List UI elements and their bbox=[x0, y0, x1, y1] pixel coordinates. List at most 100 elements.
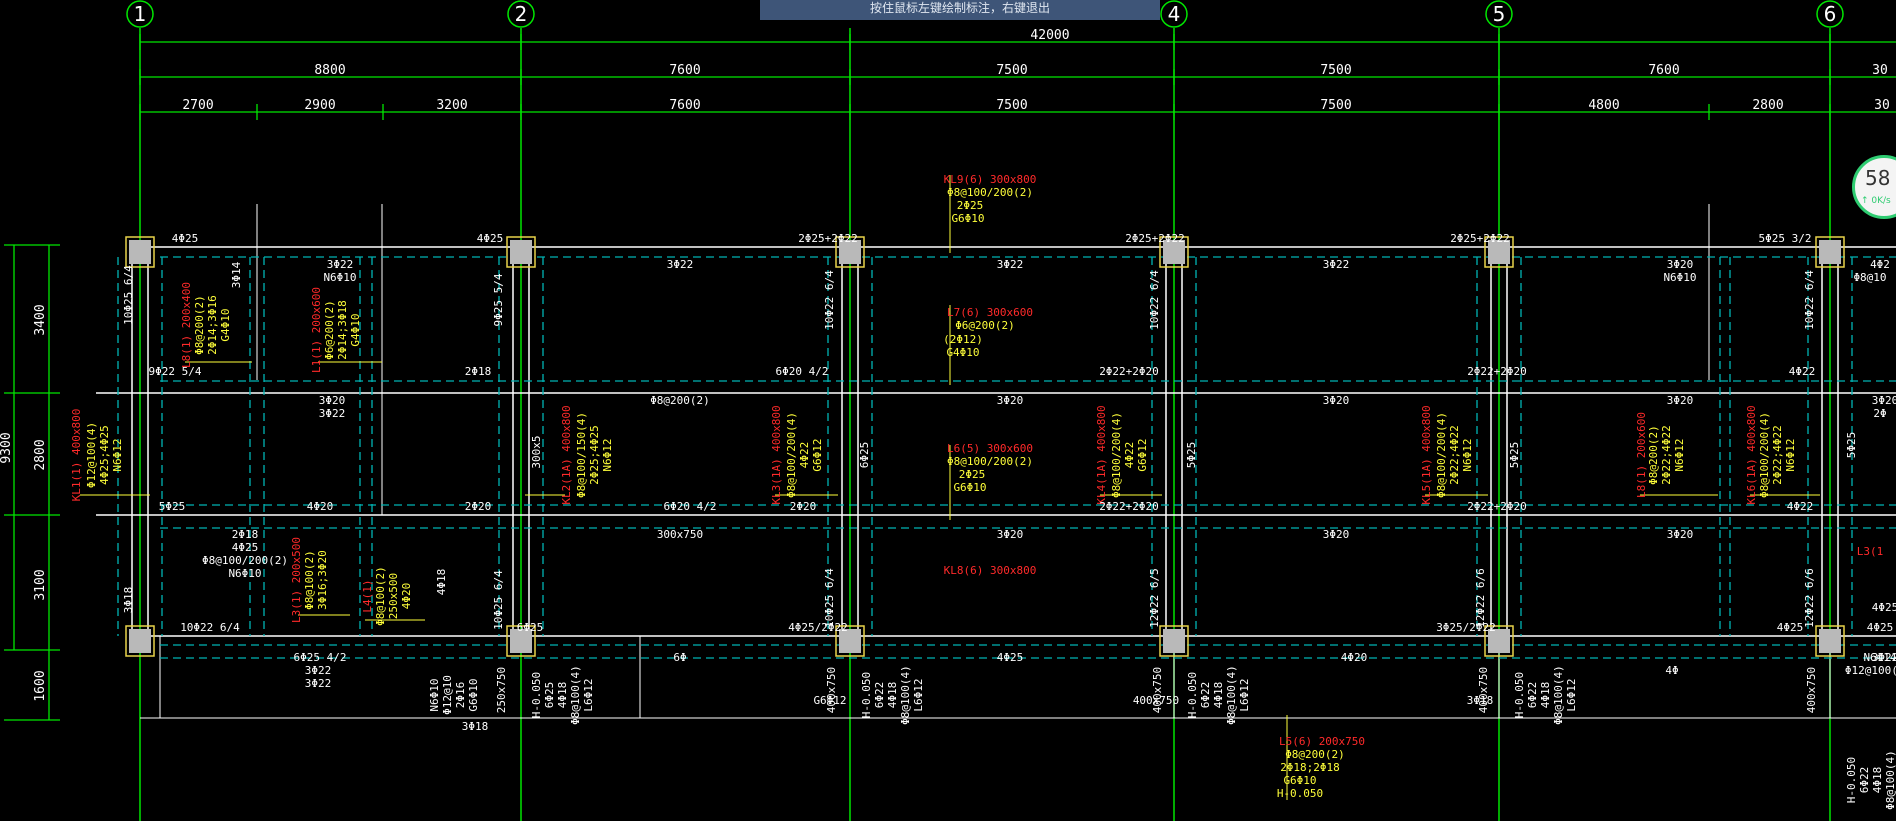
dimension-text: 3400 bbox=[33, 304, 48, 335]
beam-label-yellow: Φ6@200(2) bbox=[323, 300, 336, 360]
beam-label-yellow: Φ8@100/150(4) bbox=[575, 412, 588, 498]
rebar-label-white: Φ8@100(4) bbox=[1552, 665, 1565, 725]
rebar-label-white: 12Φ22 6/5 bbox=[1148, 568, 1161, 628]
dimension-text: 2700 bbox=[182, 98, 213, 113]
rebar-label-white: 6Φ22 bbox=[1199, 682, 1212, 709]
rebar-label-white: 3Φ22 bbox=[1323, 258, 1350, 271]
rebar-label-white: 4Φ25/2Φ22 bbox=[788, 621, 848, 634]
beam-label-yellow: G6Φ10 bbox=[1283, 774, 1316, 787]
grid-axis-label: 1 bbox=[134, 2, 147, 26]
dimension-text: 9300 bbox=[0, 432, 14, 463]
column-fill bbox=[1819, 240, 1841, 264]
dimension-text: 7500 bbox=[996, 98, 1027, 113]
grid-axis-label: 2 bbox=[515, 2, 528, 26]
rebar-label-white: 5Φ25 bbox=[159, 500, 186, 513]
dimension-text: 2900 bbox=[304, 98, 335, 113]
beam-label-red: KL4(1A) 400x800 bbox=[1095, 405, 1108, 504]
beam-label-red: L3(1) 200x500 bbox=[290, 537, 303, 623]
rebar-label-white: 2Φ22+2Φ20 bbox=[1467, 500, 1527, 513]
rebar-label-white: 2Φ20 bbox=[465, 500, 492, 513]
dimension-text: 2800 bbox=[33, 439, 48, 470]
network-speed-percent: 58 bbox=[1865, 166, 1891, 190]
rebar-label-white: Φ8@100(4) bbox=[899, 665, 912, 725]
rebar-label-white: 3Φ18 bbox=[462, 720, 489, 733]
beam-label-yellow: Φ8@100/200(4) bbox=[785, 412, 798, 498]
beam-label-yellow: 2Φ25 bbox=[959, 468, 986, 481]
beam-label-yellow: 3Φ16;3Φ20 bbox=[316, 550, 329, 610]
rebar-label-white: 3Φ20 bbox=[1667, 394, 1694, 407]
beam-label-yellow: 2Φ25;4Φ25 bbox=[588, 425, 601, 485]
beam-label-yellow: (2Φ12) bbox=[943, 333, 983, 346]
rebar-label-white: 3Φ22 bbox=[305, 664, 332, 677]
rebar-label-white: 300x750 bbox=[657, 528, 703, 541]
rebar-label-white: 6Φ22 bbox=[1526, 682, 1539, 709]
beam-label-yellow: G6Φ10 bbox=[951, 212, 984, 225]
beam-label-yellow: 250x500 bbox=[387, 573, 400, 619]
rebar-label-white: G6Φ10 bbox=[467, 678, 480, 711]
beam-label-yellow: 4Φ25;4Φ25 bbox=[98, 425, 111, 485]
rebar-label-white: 2Φ25+2Φ22 bbox=[1450, 232, 1510, 245]
rebar-label-white: 3Φ20 bbox=[997, 528, 1024, 541]
beam-label-red: L4(1) bbox=[361, 579, 374, 612]
beam-label-yellow: G4Φ10 bbox=[349, 313, 362, 346]
rebar-label-white: 3Φ20 bbox=[1323, 528, 1350, 541]
rebar-label-white: 9Φ25 5/4 bbox=[492, 273, 505, 326]
rebar-label-white: 5Φ25 bbox=[1185, 442, 1198, 469]
beam-label-red: L5(6) 200x750 bbox=[1279, 735, 1365, 748]
rebar-label-white: 3Φ20 bbox=[997, 394, 1024, 407]
rebar-label-white: H-0.050 bbox=[1513, 672, 1526, 718]
column-fill bbox=[510, 240, 532, 264]
dimension-text: 7600 bbox=[1648, 63, 1679, 78]
column-fill bbox=[129, 629, 151, 653]
rebar-label-white: 12Φ22 6/6 bbox=[1474, 568, 1487, 628]
beam-label-red: L7(6) 300x600 bbox=[947, 306, 1033, 319]
beam-label-yellow: 2Φ14;3Φ16 bbox=[206, 295, 219, 355]
rebar-label-white: H-0.050 bbox=[530, 672, 543, 718]
dimension-text: 7500 bbox=[1320, 98, 1351, 113]
rebar-label-white: 4Φ18 bbox=[1212, 682, 1225, 709]
beam-label-yellow: Φ8@100/200(4) bbox=[1110, 412, 1123, 498]
rebar-label-white: 400x750 bbox=[1133, 694, 1179, 707]
rebar-label-white: L6Φ12 bbox=[912, 678, 925, 711]
cad-drawing-canvas[interactable]: 1 2 4 5 6 42000 8800 7600 7500 7500 7600 30 2700 290… bbox=[0, 0, 1896, 821]
column-fill bbox=[129, 240, 151, 264]
rebar-label-white: 4Φ25 bbox=[477, 232, 504, 245]
rebar-label-white: Φ8@200(2) bbox=[650, 394, 710, 407]
rebar-label-white: 2Φ bbox=[1873, 407, 1886, 420]
rebar-label-white: L6Φ12 bbox=[1565, 678, 1578, 711]
column-fill bbox=[1163, 629, 1185, 653]
beam-label-yellow: 2Φ14;3Φ18 bbox=[336, 300, 349, 360]
rebar-label-white: 3Φ14 bbox=[230, 261, 243, 288]
rebar-label-white: 3Φ25/2Φ22 bbox=[1436, 621, 1496, 634]
rebar-label-white: 4Φ25 bbox=[1872, 601, 1896, 614]
rebar-label-white: 6Φ22 bbox=[873, 682, 886, 709]
rebar-label-white: 6Φ25 4/2 bbox=[294, 651, 347, 664]
rebar-label-white: 3Φ18 bbox=[1467, 694, 1494, 707]
beam-label-yellow: Φ8@100(2) bbox=[374, 566, 387, 626]
grid-lines: 1 2 4 5 6 bbox=[126, 0, 1844, 821]
rebar-label-white: 3Φ22 bbox=[667, 258, 694, 271]
rebar-label-white: H-0.050 bbox=[1186, 672, 1199, 718]
beam-label-red: KL3(1A) 400x800 bbox=[770, 405, 783, 504]
annotation-text: 42000 8800 7600 7500 7500 7600 30 2700 2900 3200 7… bbox=[0, 28, 1896, 810]
beam-label-red: KL6(1A) 400x800 bbox=[1745, 405, 1758, 504]
rebar-label-white: 3Φ20 bbox=[1872, 394, 1896, 407]
dimension-text: 30 bbox=[1872, 63, 1888, 78]
beam-label-yellow: Φ8@200(2) bbox=[193, 295, 206, 355]
dimension-text: 7600 bbox=[669, 98, 700, 113]
dimension-text: 4800 bbox=[1588, 98, 1619, 113]
rebar-label-white: N6Φ10 bbox=[428, 678, 441, 711]
rebar-label-white: H-0.050 bbox=[1845, 757, 1858, 803]
beam-label-yellow: Φ8@100/200(2) bbox=[947, 186, 1033, 199]
beam-label-yellow: Φ8@200(2) bbox=[1285, 748, 1345, 761]
grid-axis-label: 4 bbox=[1168, 2, 1181, 26]
beam-label-red: KL5(1A) 400x800 bbox=[1420, 405, 1433, 504]
rebar-label-white: Φ12@10 bbox=[441, 675, 454, 715]
dimension-text: 2800 bbox=[1752, 98, 1783, 113]
grid-axis-label: 6 bbox=[1824, 2, 1837, 26]
beam-label-yellow: H-0.050 bbox=[1277, 787, 1323, 800]
beam-label-yellow: Φ12@100(4) bbox=[85, 422, 98, 488]
dimension-text: 1600 bbox=[33, 670, 48, 701]
beam-label-red: L1(1) 200x600 bbox=[310, 287, 323, 373]
rebar-label-white: L6Φ12 bbox=[582, 678, 595, 711]
